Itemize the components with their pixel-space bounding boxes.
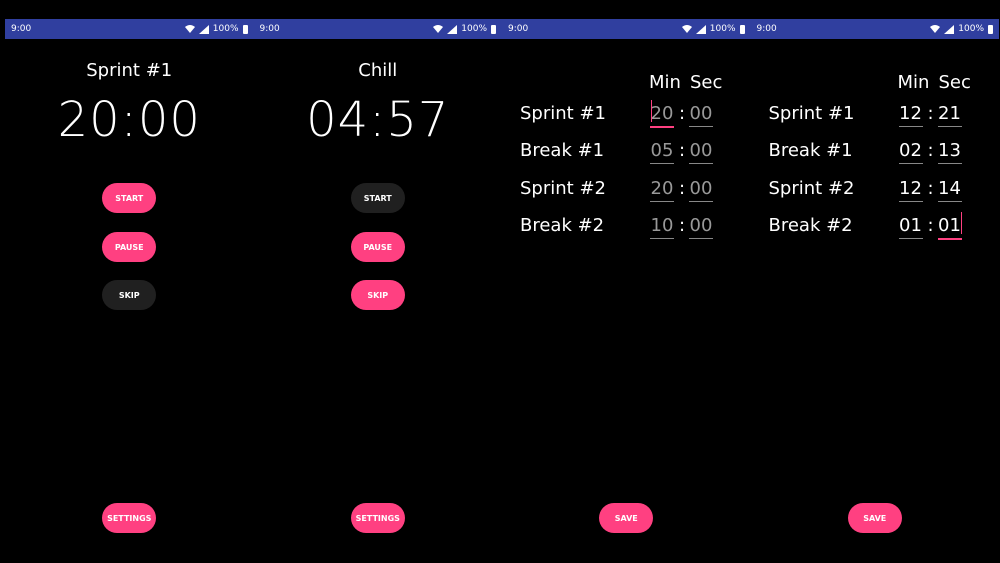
min-field-break-1[interactable]: 02	[898, 140, 923, 164]
signal-icon	[695, 24, 706, 34]
sec-field-sprint-2[interactable]: 14	[937, 178, 962, 202]
timer-display: 20:00	[57, 92, 201, 148]
battery-icon	[739, 24, 745, 34]
row-label-sprint-2: Sprint #2	[520, 178, 606, 199]
settings-screen-2: 9:00 100% Min Sec Sprint #1 12 : 21 Brea…	[750, 19, 999, 563]
settings-button[interactable]: SETTINGS	[350, 503, 405, 533]
start-button[interactable]: START	[102, 183, 157, 213]
wifi-icon	[184, 25, 195, 33]
sec-field-sprint-2[interactable]: 00	[689, 178, 713, 202]
settings-screen-1: 9:00 100% Min Sec Sprint #1 20 : 00 Brea…	[502, 19, 751, 563]
status-bar: 9:00 100%	[5, 19, 254, 39]
status-time: 9:00	[11, 24, 32, 34]
colon-separator: :	[927, 103, 934, 124]
save-button[interactable]: SAVE	[599, 503, 654, 533]
wifi-icon	[433, 25, 444, 33]
sec-field-break-2[interactable]: 01	[937, 215, 962, 240]
min-field-break-2[interactable]: 10	[650, 215, 674, 239]
skip-button[interactable]: SKIP	[350, 280, 405, 310]
start-button[interactable]: START	[350, 183, 405, 213]
colon-separator: :	[679, 178, 686, 199]
min-field-sprint-1[interactable]: 12	[898, 103, 923, 127]
row-label-break-1: Break #1	[520, 140, 605, 161]
min-header: Min	[649, 72, 681, 93]
colon-separator: :	[679, 140, 686, 161]
text-cursor	[960, 212, 962, 234]
min-header: Min	[897, 72, 930, 93]
status-time: 9:00	[259, 24, 280, 34]
sec-field-sprint-1[interactable]: 21	[937, 103, 962, 127]
wifi-icon	[930, 25, 941, 33]
min-field-sprint-1[interactable]: 20	[650, 103, 674, 128]
row-label-sprint-1: Sprint #1	[520, 103, 606, 124]
battery-percent: 100%	[958, 24, 984, 34]
sec-field-break-1[interactable]: 13	[937, 140, 962, 164]
signal-icon	[944, 24, 955, 34]
min-field-sprint-2[interactable]: 12	[898, 178, 923, 202]
status-time: 9:00	[508, 24, 529, 34]
status-bar: 9:00 100%	[502, 19, 751, 39]
timer-screen-1: 9:00 100% Sprint #1 20:00 START PAUSE SK…	[5, 19, 254, 563]
row-label-sprint-1: Sprint #1	[768, 103, 855, 124]
colon-separator: :	[679, 215, 686, 236]
signal-icon	[447, 24, 458, 34]
sec-field-break-2[interactable]: 00	[689, 215, 713, 239]
row-label-sprint-2: Sprint #2	[768, 178, 855, 199]
text-cursor	[651, 100, 652, 122]
pause-button[interactable]: PAUSE	[350, 232, 405, 262]
battery-icon	[491, 24, 496, 34]
skip-button[interactable]: SKIP	[102, 280, 157, 310]
pause-button[interactable]: PAUSE	[102, 232, 157, 262]
status-time: 9:00	[756, 24, 777, 34]
min-field-break-2[interactable]: 01	[898, 215, 923, 239]
row-label-break-2: Break #2	[768, 215, 853, 236]
colon-separator: :	[927, 178, 934, 199]
min-field-break-1[interactable]: 05	[650, 140, 674, 164]
min-field-sprint-2[interactable]: 20	[650, 178, 674, 202]
row-label-break-1: Break #1	[768, 140, 853, 161]
battery-percent: 100%	[709, 24, 736, 34]
timer-screen-2: 9:00 100% Chill 04:57 START PAUSE SKIP S…	[253, 19, 502, 563]
battery-percent: 100%	[461, 24, 487, 34]
sec-header: Sec	[690, 72, 723, 93]
settings-button[interactable]: SETTINGS	[102, 503, 157, 533]
phase-title: Chill	[358, 60, 398, 81]
phase-title: Sprint #1	[86, 60, 173, 81]
save-button[interactable]: SAVE	[847, 503, 902, 533]
status-bar: 9:00 100%	[750, 19, 999, 39]
battery-icon	[988, 24, 993, 34]
wifi-icon	[681, 25, 692, 33]
battery-icon	[242, 24, 248, 34]
sec-field-break-1[interactable]: 00	[689, 140, 713, 164]
sec-header: Sec	[938, 72, 971, 93]
colon-separator: :	[679, 103, 686, 124]
status-bar: 9:00 100%	[253, 19, 502, 39]
battery-percent: 100%	[212, 24, 239, 34]
sec-field-sprint-1[interactable]: 00	[689, 103, 713, 127]
screens: 9:00 100% Sprint #1 20:00 START PAUSE SK…	[5, 19, 999, 563]
timer-display: 04:57	[306, 92, 450, 148]
colon-separator: :	[927, 140, 934, 161]
signal-icon	[198, 24, 209, 34]
colon-separator: :	[927, 215, 934, 236]
row-label-break-2: Break #2	[520, 215, 605, 236]
